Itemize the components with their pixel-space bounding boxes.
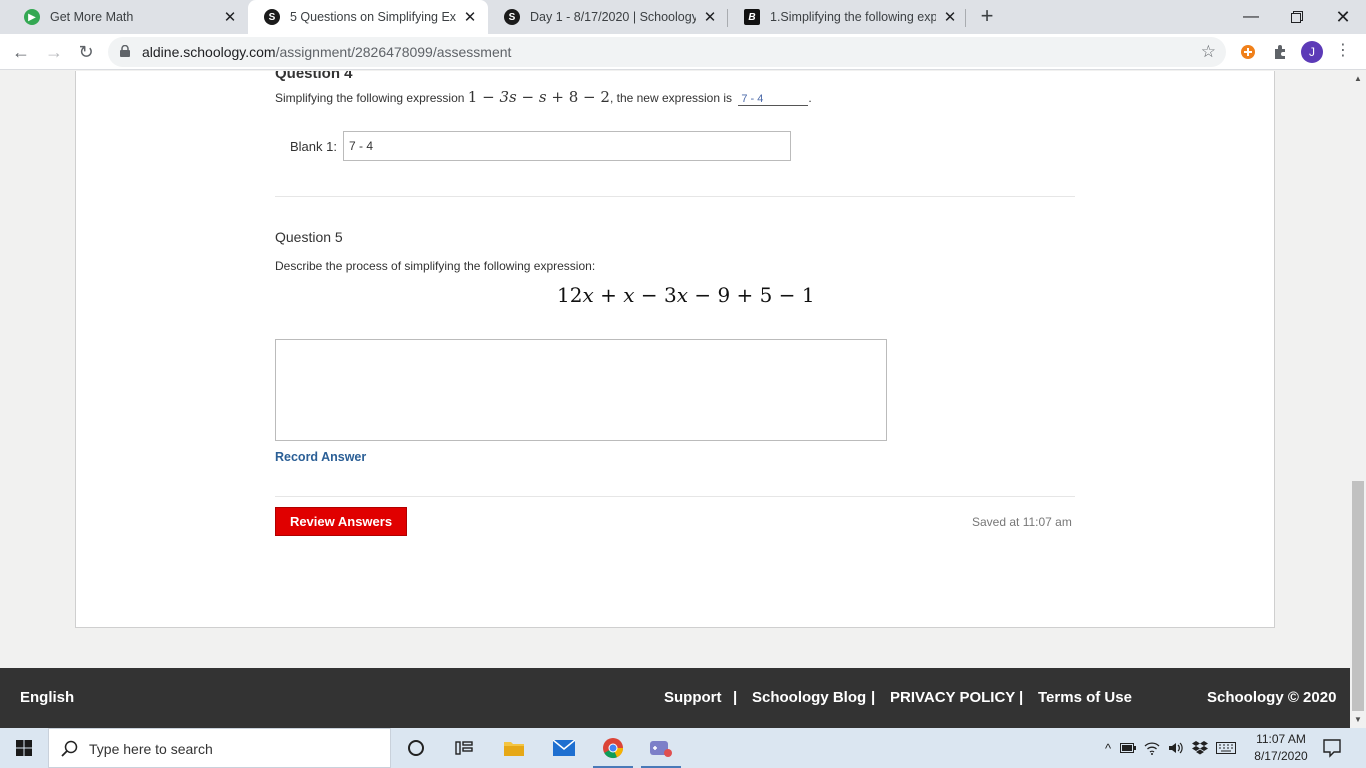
tab-title: 1.Simplifying the following expre (770, 10, 936, 24)
cortana-icon[interactable] (392, 728, 440, 768)
taskbar-search-placeholder: Type here to search (89, 741, 213, 757)
scroll-up-icon[interactable]: ▲ (1350, 71, 1366, 87)
footer-separator: | (1019, 689, 1024, 706)
footer-language-link[interactable]: English (20, 689, 74, 706)
footer-privacy-link[interactable]: PRIVACY POLICY (890, 689, 1015, 706)
url-host: aldine.schoology.com (142, 44, 276, 60)
keyboard-icon[interactable] (1212, 742, 1240, 754)
footer-terms-link[interactable]: Terms of Use (1038, 689, 1132, 706)
tab-brainly-question[interactable]: B 1.Simplifying the following expre ✕ (728, 0, 968, 34)
question-4-title: Question 4 (275, 71, 353, 82)
clock-date: 8/17/2020 (1254, 749, 1308, 763)
tab-day-1-schoology[interactable]: S Day 1 - 8/17/2020 | Schoology ✕ (488, 0, 728, 34)
reload-icon[interactable]: ↻ (74, 40, 98, 64)
browser-tab-strip: ▶ Get More Math ✕ S 5 Questions on Simpl… (0, 0, 1366, 34)
address-bar[interactable]: aldine.schoology.com/assignment/28264780… (108, 37, 1226, 67)
url-path: /assignment/2826478099/assessment (275, 44, 512, 60)
tab-title: Get More Math (50, 10, 134, 24)
q4-period: . (808, 91, 812, 105)
footer-separator: | (871, 689, 876, 706)
profile-avatar[interactable]: J (1301, 41, 1323, 63)
mail-icon[interactable] (540, 728, 588, 768)
tab-simplifying-questions[interactable]: S 5 Questions on Simplifying Expre ✕ (248, 0, 488, 34)
review-answers-button[interactable]: Review Answers (275, 507, 407, 536)
blank-1-input[interactable] (343, 131, 791, 161)
question-4-prompt: Simplifying the following expression 1 −… (275, 88, 812, 106)
question-divider (275, 196, 1075, 197)
tab-get-more-math[interactable]: ▶ Get More Math ✕ (8, 0, 248, 34)
question-5-expression: 12x + x − 3x − 9 + 5 − 1 (557, 283, 815, 307)
extension-orange-icon[interactable] (1238, 42, 1258, 62)
restore-icon[interactable] (1274, 0, 1320, 34)
actions-divider (275, 496, 1075, 497)
bookmark-star-icon[interactable]: ☆ (1201, 42, 1216, 62)
search-icon (61, 740, 78, 757)
forward-icon[interactable]: → (42, 40, 66, 64)
footer-separator: | (733, 689, 738, 706)
question-5-title: Question 5 (275, 229, 343, 245)
game-controller-icon[interactable] (637, 728, 685, 768)
page-viewport: Question 4 Simplifying the following exp… (0, 71, 1350, 728)
taskbar-search-box[interactable]: Type here to search (48, 728, 391, 768)
brainly-icon: B (744, 9, 760, 25)
record-answer-link[interactable]: Record Answer (275, 450, 366, 464)
scrollbar-thumb[interactable] (1352, 481, 1364, 711)
page-scrollbar[interactable]: ▲ ▼ (1350, 71, 1366, 728)
extensions-puzzle-icon[interactable] (1270, 42, 1290, 62)
window-close-icon[interactable]: ✕ (1320, 0, 1366, 34)
question-5-prompt: Describe the process of simplifying the … (275, 259, 596, 273)
windows-taskbar: Type here to search ^ 11:07 AM 8/17/2020 (0, 728, 1366, 768)
file-explorer-icon[interactable] (490, 728, 538, 768)
schoology-icon: S (264, 9, 280, 25)
more-menu-icon[interactable]: ⋮ (1333, 41, 1353, 63)
battery-icon[interactable] (1116, 743, 1140, 753)
task-view-icon[interactable] (440, 728, 488, 768)
clock-time: 11:07 AM (1256, 732, 1306, 746)
footer-blog-link[interactable]: Schoology Blog (752, 689, 866, 706)
tray-chevron-up-icon[interactable]: ^ (1100, 741, 1116, 756)
q4-expression: 1 − 3s − s + 8 − 2 (467, 88, 610, 106)
volume-icon[interactable] (1164, 741, 1188, 755)
tab-separator (965, 9, 966, 27)
close-icon[interactable]: ✕ (702, 9, 718, 26)
close-icon[interactable]: ✕ (222, 9, 238, 26)
tab-title: Day 1 - 8/17/2020 | Schoology (530, 10, 696, 24)
q4-blank-fill: 7 - 4 (738, 93, 809, 106)
q4-prompt-before: Simplifying the following expression (275, 91, 465, 105)
footer-copyright: Schoology © 2020 (1207, 689, 1337, 706)
schoology-icon: S (504, 9, 520, 25)
answer-textarea[interactable] (275, 339, 887, 441)
wifi-icon[interactable] (1140, 741, 1164, 755)
browser-toolbar: ← → ↻ aldine.schoology.com/assignment/28… (0, 34, 1366, 70)
footer-support-link[interactable]: Support (664, 689, 722, 706)
system-tray: ^ (1100, 728, 1240, 768)
tab-title: 5 Questions on Simplifying Expre (290, 10, 456, 24)
minimize-icon[interactable]: — (1228, 0, 1274, 34)
windows-start-icon[interactable] (0, 728, 48, 768)
blank-1-label: Blank 1: (290, 139, 337, 154)
close-icon[interactable]: ✕ (942, 9, 958, 26)
back-icon[interactable]: ← (9, 40, 33, 64)
notification-center-icon[interactable] (1322, 738, 1342, 763)
dropbox-icon[interactable] (1188, 741, 1212, 755)
saved-status: Saved at 11:07 am (972, 515, 1072, 529)
new-tab-icon[interactable]: + (975, 5, 999, 29)
play-icon: ▶ (24, 9, 40, 25)
url-text: aldine.schoology.com/assignment/28264780… (142, 44, 511, 60)
scroll-down-icon[interactable]: ▼ (1350, 712, 1366, 728)
chrome-icon[interactable] (589, 728, 637, 768)
q4-prompt-after: , the new expression is (609, 91, 732, 105)
close-icon[interactable]: ✕ (462, 9, 478, 26)
lock-icon (120, 45, 130, 57)
taskbar-clock[interactable]: 11:07 AM 8/17/2020 (1250, 731, 1312, 765)
site-footer: English Support | Schoology Blog | PRIVA… (0, 668, 1350, 728)
